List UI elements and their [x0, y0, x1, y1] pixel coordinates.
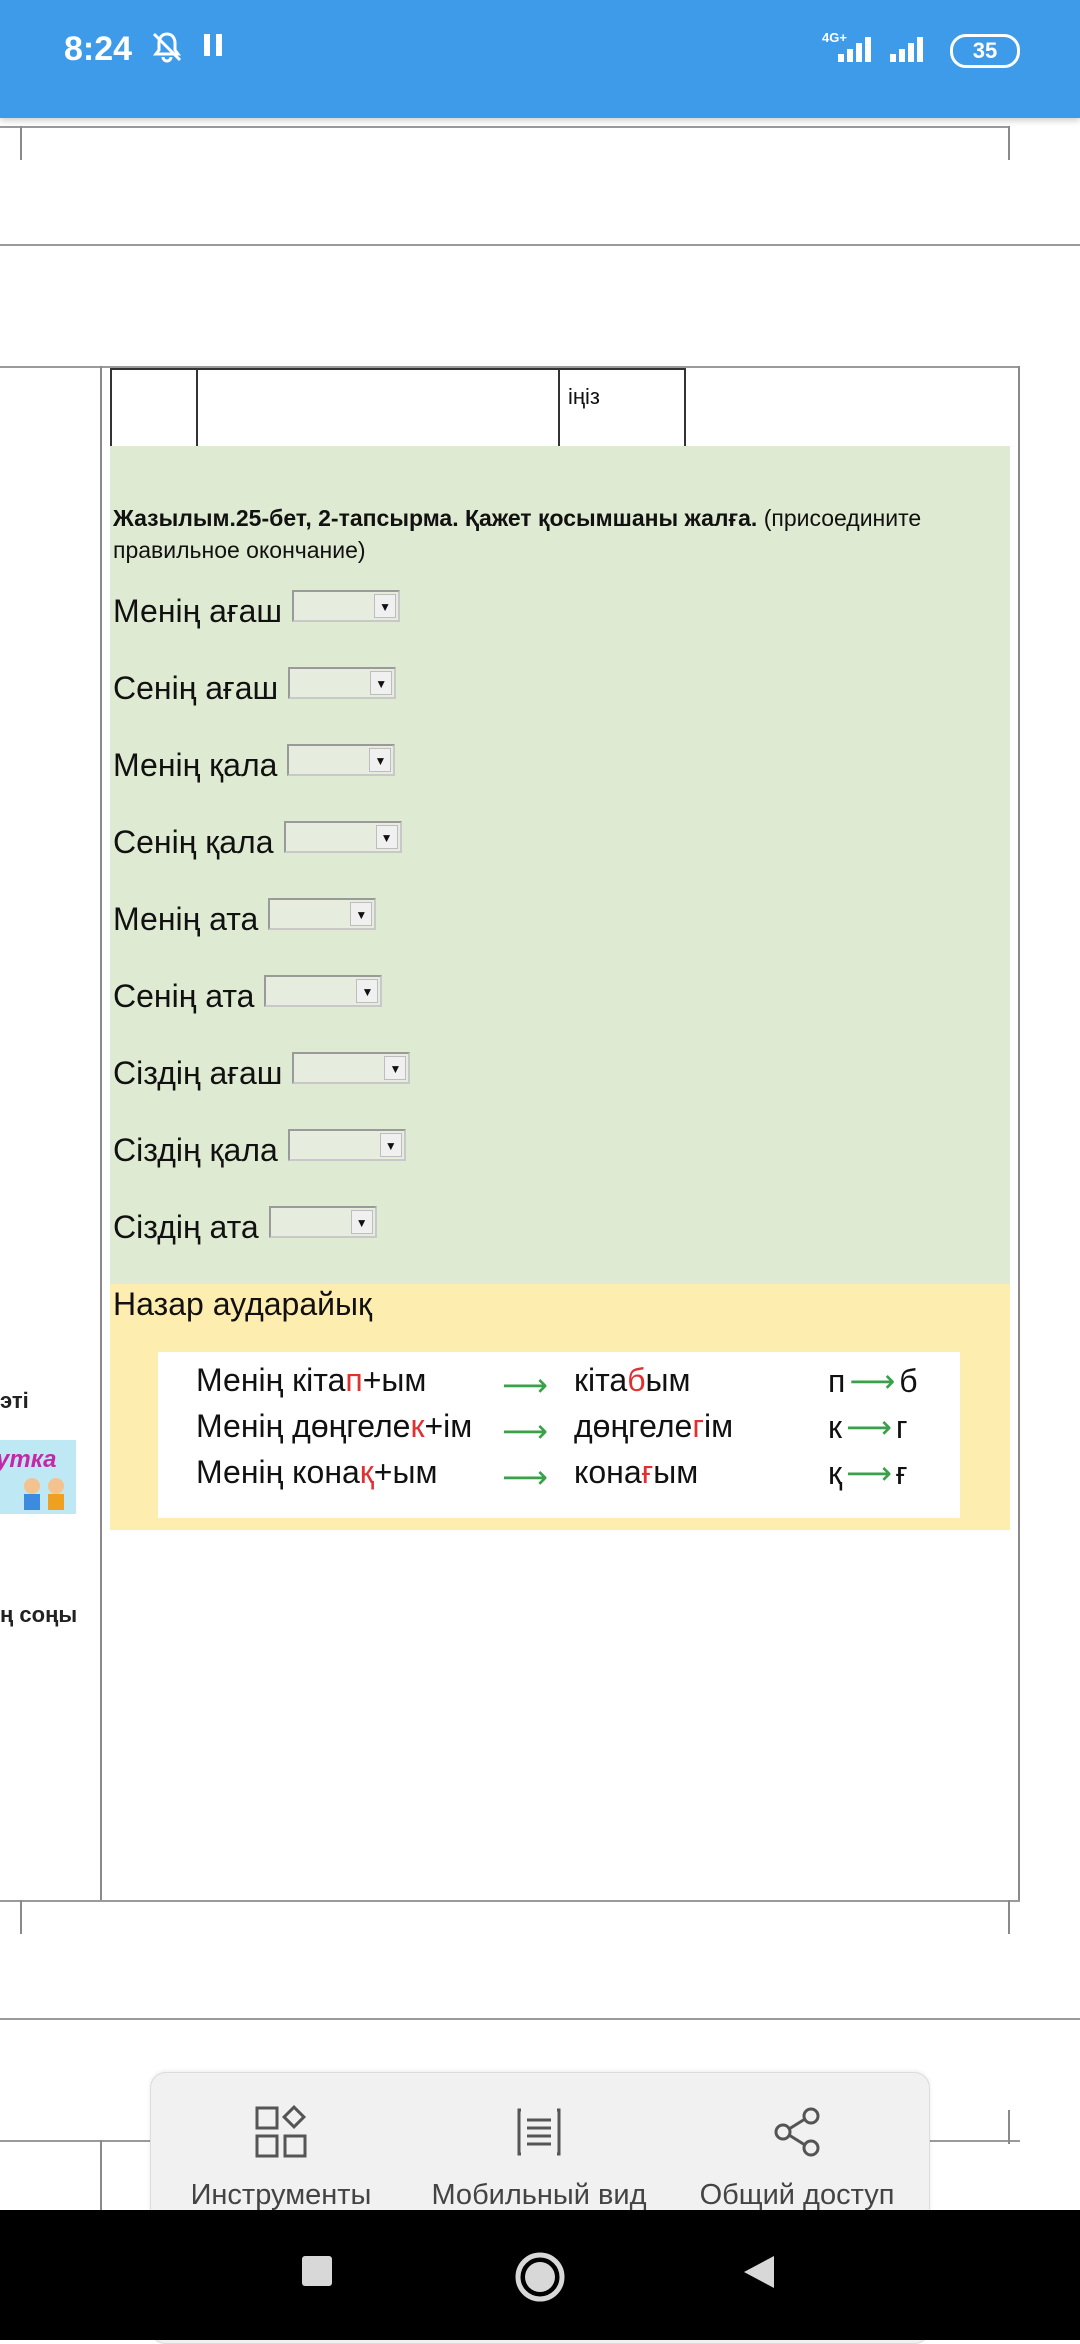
exercise-instructions: Жазылым.25-бет, 2-тапсырма. Қажет қосымш…: [113, 502, 993, 566]
exercise-item-label: Сіздің қала: [113, 1132, 278, 1168]
signal-icon: [820, 34, 876, 69]
signal-icon-2: [888, 34, 932, 69]
exercise-item: Сенің ата ▼: [113, 975, 383, 1015]
minutka-image: утка: [0, 1440, 76, 1514]
exercise-item: Сіздің ағаш ▼: [113, 1052, 411, 1092]
chevron-down-icon: ▼: [356, 979, 379, 1003]
exercise-item-label: Сіздің ата: [113, 1209, 259, 1245]
exercise-item: Менің қала ▼: [113, 744, 396, 784]
exercise-item-label: Сенің ата: [113, 978, 255, 1014]
note-section: Назар аударайық Менің кітап+ым ⟶ кітабым…: [110, 1284, 1010, 1530]
ending-dropdown[interactable]: ▼: [288, 667, 397, 699]
chevron-down-icon: ▼: [374, 594, 397, 618]
table-cell-text: іңіз: [568, 384, 601, 409]
table-bottom-border: [0, 1900, 1020, 1902]
mobile-view-icon: [409, 2097, 669, 2167]
rule-letter-change: п ⟶ б: [828, 1363, 918, 1399]
table-fragment: іңіз: [110, 368, 686, 448]
exercise-item: Менің ата ▼: [113, 898, 377, 938]
share-label: Общий доступ: [699, 2179, 895, 2211]
status-time: 8:24: [64, 30, 133, 68]
table-column-line: [100, 2140, 102, 2210]
table-cell: [196, 370, 560, 446]
page-border: [0, 126, 1010, 128]
page-border: [20, 126, 22, 160]
rule-card: Менің кітап+ым ⟶ кітабым п ⟶ б Менің дөңге…: [158, 1352, 960, 1518]
page-border: [1008, 1900, 1010, 1934]
ending-dropdown[interactable]: ▼: [264, 975, 383, 1007]
exercise-item-label: Сіздің ағаш: [113, 1055, 283, 1091]
tools-label: Инструменты: [190, 2179, 372, 2211]
exercise-item-label: Менің ата: [113, 901, 259, 937]
rule-row: Менің конақ+ым ⟶ конағым қ ⟶ ғ: [196, 1454, 956, 1500]
left-column-text: ң соңы: [0, 1602, 78, 1627]
page-border: [1008, 2110, 1010, 2144]
exercise-item: Менің ағаш ▼: [113, 590, 401, 630]
ending-dropdown[interactable]: ▼: [268, 898, 377, 930]
rule-letter-change: қ ⟶ ғ: [828, 1455, 908, 1491]
navigation-bar: [0, 2210, 1080, 2340]
battery-indicator: 35: [950, 34, 1020, 68]
chevron-down-icon: ▼: [369, 748, 392, 772]
ending-dropdown[interactable]: ▼: [287, 1129, 406, 1161]
share-button[interactable]: Общий доступ: [667, 2097, 927, 2212]
page-divider: [0, 244, 1080, 246]
rule-result: кітабым: [574, 1362, 691, 1398]
exercise-item-label: Менің ағаш: [113, 593, 283, 629]
tools-grid-icon: [151, 2097, 411, 2167]
rule-row: Менің дөңгелек+ім ⟶ дөңгелегім к ⟶ г: [196, 1408, 956, 1454]
rule-example: Менің кітап+ым: [196, 1362, 427, 1398]
exercise-title: Жазылым.25-бет, 2-тапсырма. Қажет қосымш…: [113, 505, 758, 531]
ending-dropdown[interactable]: ▼: [292, 590, 401, 622]
exercise-item-label: Сенің қала: [113, 824, 274, 860]
rule-example: Менің конақ+ым: [196, 1454, 438, 1490]
arrow-right-icon: ⟶: [502, 1367, 548, 1403]
rule-result: конағым: [574, 1454, 699, 1490]
mobile-view-button[interactable]: Мобильный вид: [409, 2097, 669, 2212]
page-divider: [0, 2018, 1080, 2020]
chevron-down-icon: ▼: [379, 1133, 402, 1157]
status-bar: 8:24 4G+ 35: [0, 0, 1080, 118]
exercise-item-label: Менің қала: [113, 747, 278, 783]
note-title: Назар аударайық: [113, 1286, 373, 1322]
exercise-item: Сіздің қала ▼: [113, 1129, 406, 1169]
rule-row: Менің кітап+ым ⟶ кітабым п ⟶ б: [196, 1362, 956, 1408]
ending-dropdown[interactable]: ▼: [287, 744, 396, 776]
table-column-line: [100, 366, 102, 1902]
arrow-right-icon: ⟶: [502, 1413, 548, 1449]
ending-dropdown[interactable]: ▼: [292, 1052, 411, 1084]
page-border: [20, 1900, 22, 1934]
exercise-item-label: Сенің ағаш: [113, 670, 279, 706]
recent-apps-button[interactable]: [300, 2254, 334, 2293]
left-column-text: эті: [0, 1388, 29, 1413]
chevron-down-icon: ▼: [370, 671, 393, 695]
chevron-down-icon: ▼: [375, 825, 398, 849]
mobile-view-label: Мобильный вид: [431, 2179, 647, 2211]
table-right-border: [1018, 366, 1020, 1902]
exercise-item: Сенің ағаш ▼: [113, 667, 397, 707]
pause-icon: [200, 30, 226, 65]
page-border: [1008, 126, 1010, 160]
back-button[interactable]: [742, 2254, 776, 2295]
home-button[interactable]: [513, 2250, 567, 2309]
rule-example: Менің дөңгелек+ім: [196, 1408, 473, 1444]
tools-button[interactable]: Инструменты: [151, 2097, 411, 2212]
chevron-down-icon: ▼: [350, 902, 373, 926]
exercise-item: Сіздің ата ▼: [113, 1206, 377, 1246]
rule-letter-change: к ⟶ г: [828, 1409, 908, 1445]
table-cell: [112, 370, 198, 446]
minutka-image-label: утка: [0, 1446, 57, 1473]
arrow-right-icon: ⟶: [502, 1459, 548, 1495]
ending-dropdown[interactable]: ▼: [283, 821, 402, 853]
exercise-section: Жазылым.25-бет, 2-тапсырма. Қажет қосымш…: [110, 446, 1010, 1284]
chevron-down-icon: ▼: [384, 1056, 407, 1080]
exercise-item: Сенің қала ▼: [113, 821, 402, 861]
ending-dropdown[interactable]: ▼: [268, 1206, 377, 1238]
rule-result: дөңгелегім: [574, 1408, 734, 1444]
share-icon: [667, 2097, 927, 2167]
chevron-down-icon: ▼: [350, 1210, 373, 1234]
silent-bell-icon: [150, 30, 184, 69]
